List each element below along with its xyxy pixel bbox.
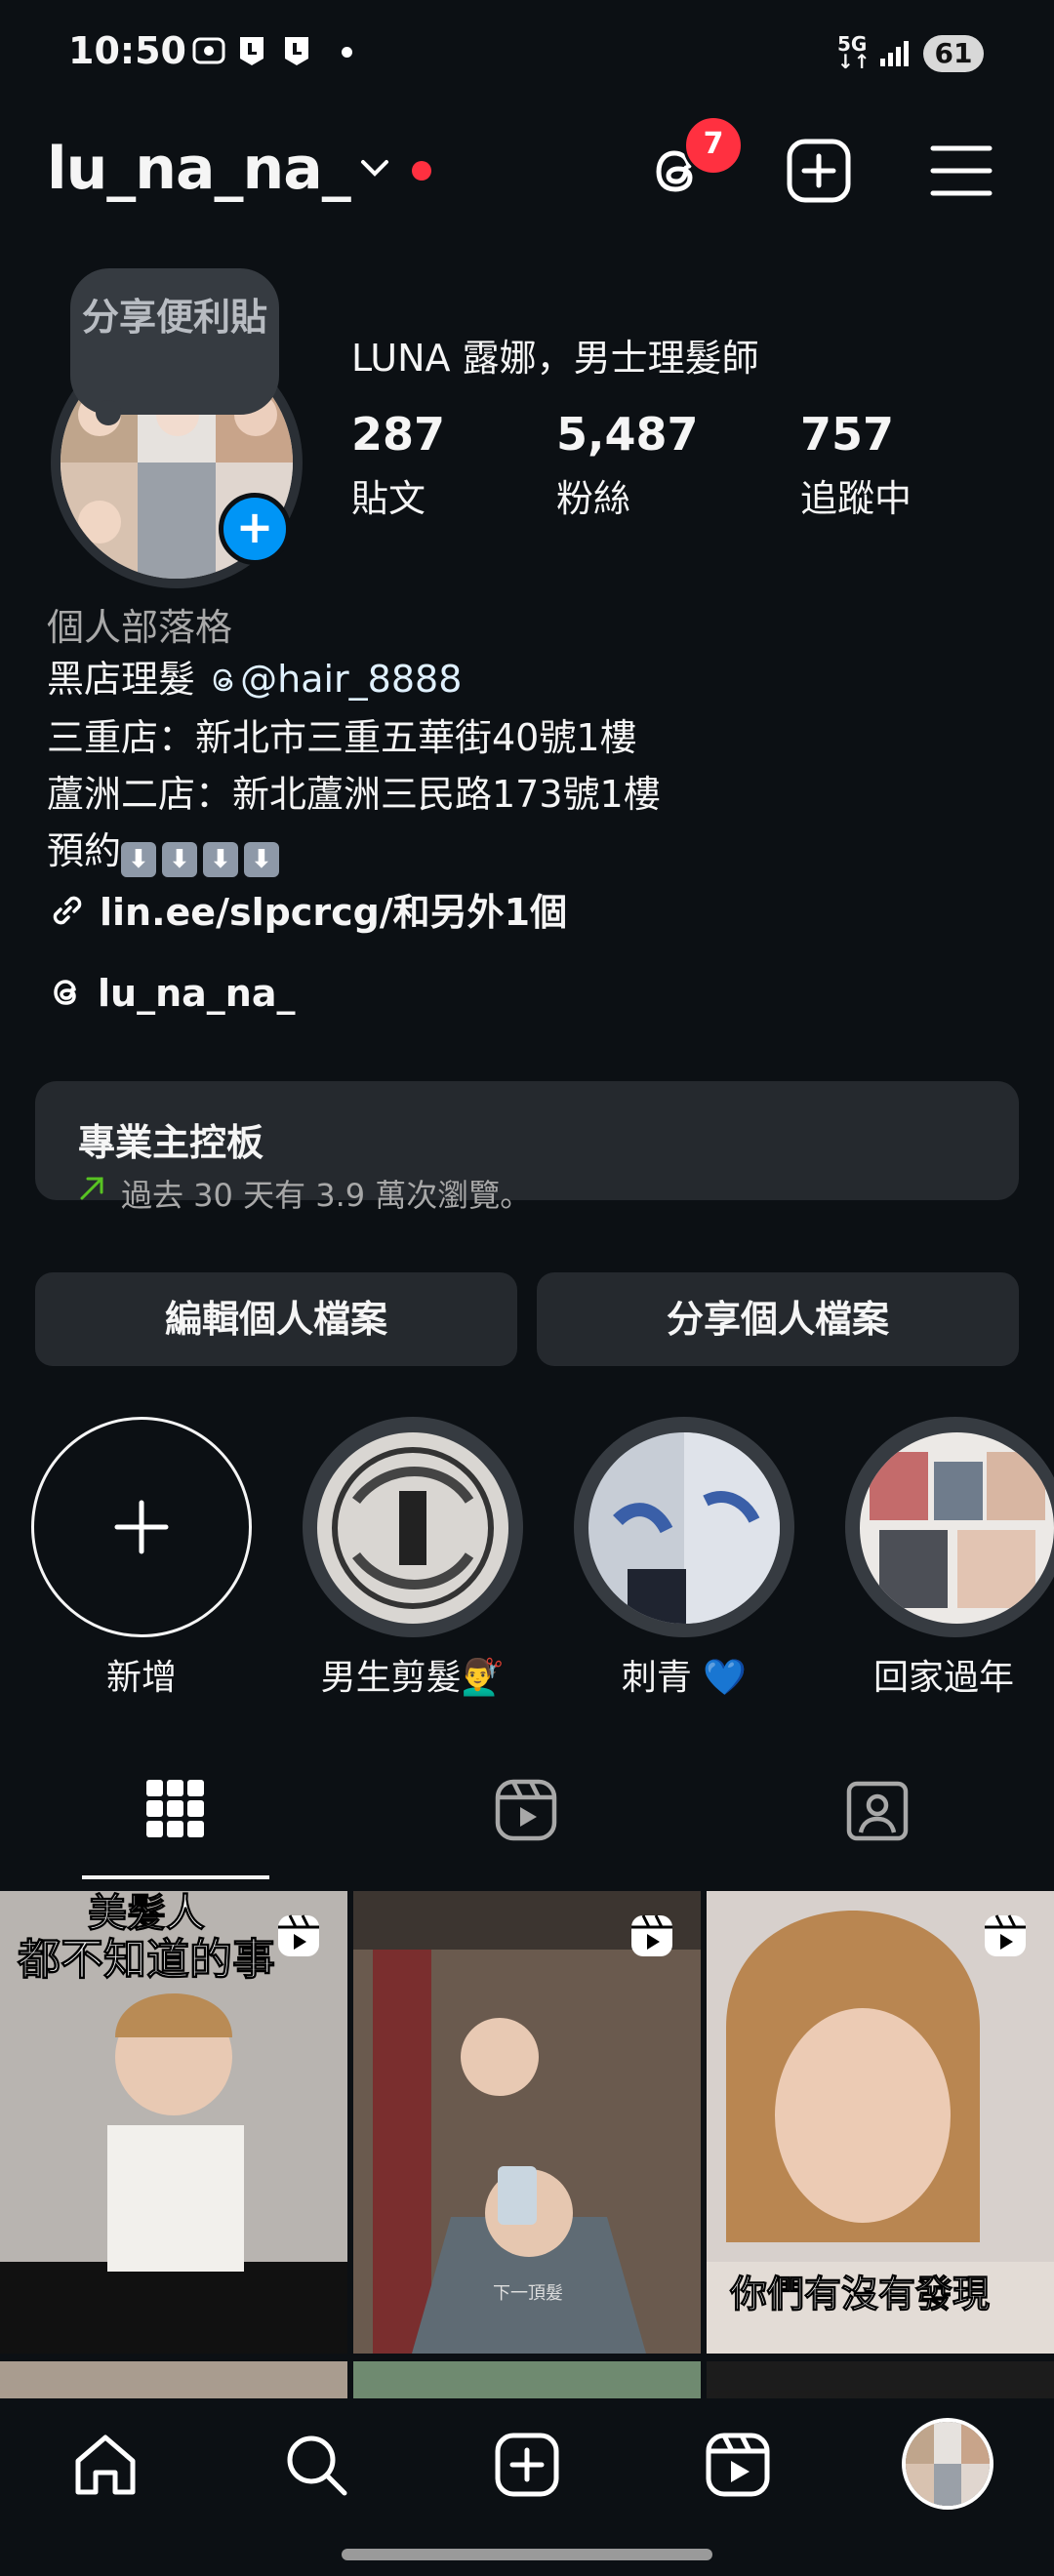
threads-profile-link[interactable]: lu_na_na_ xyxy=(47,972,295,1015)
add-story-icon[interactable]: + xyxy=(219,493,291,565)
post-caption: 都不知道的事 xyxy=(18,1935,276,1986)
line-app-icon xyxy=(234,33,269,68)
highlight-label: 新增 xyxy=(105,1658,177,1698)
posts-label[interactable]: 貼文 xyxy=(351,468,426,522)
post-thumbnail[interactable] xyxy=(0,2361,347,2400)
bio-line: 黑店理髮 @hair_8888 xyxy=(47,650,462,708)
signal-icon xyxy=(878,39,912,68)
grid-icon[interactable] xyxy=(144,1778,207,1840)
reel-icon xyxy=(628,1912,675,1959)
home-icon[interactable] xyxy=(70,2430,141,2500)
highlight-label: 男生剪髮💇‍♂️ xyxy=(320,1658,506,1698)
network-type: 5G ↓↑ xyxy=(837,32,871,73)
arrow-down-icon: ⬇ xyxy=(244,842,280,877)
home-indicator[interactable] xyxy=(342,2549,712,2560)
profile-note-tail xyxy=(96,400,121,425)
profile-note-text: 分享便利貼 xyxy=(81,296,267,339)
dashboard-title: 專業主控板 xyxy=(78,1121,264,1164)
arrow-down-icon: ⬇ xyxy=(121,842,157,877)
edit-profile-button[interactable]: 編輯個人檔案 xyxy=(35,1272,517,1366)
post-caption: 下一頂髮 xyxy=(493,2283,563,2304)
display-name: LUNA 露娜，男士理髮師 xyxy=(351,337,759,380)
arrow-down-icon: ⬇ xyxy=(162,842,198,877)
create-post-icon[interactable] xyxy=(492,2430,562,2500)
plus-icon xyxy=(114,1500,169,1554)
share-profile-button[interactable]: 分享個人檔案 xyxy=(537,1272,1019,1366)
highlight-haircut[interactable] xyxy=(317,1432,508,1624)
reel-icon xyxy=(275,1912,322,1959)
bio-line: 預約 ⬇ ⬇ ⬇ ⬇ xyxy=(47,822,285,880)
bio-mention-link[interactable]: @hair_8888 xyxy=(207,658,462,701)
highlight-label: 回家過年 xyxy=(872,1658,1014,1698)
followers-label[interactable]: 粉絲 xyxy=(556,468,630,522)
status-time: 10:50 xyxy=(68,29,186,72)
arrow-down-icon: ⬇ xyxy=(203,842,239,877)
tagged-tab-icon[interactable] xyxy=(845,1778,910,1842)
reels-tab-icon[interactable] xyxy=(494,1778,558,1842)
highlight-tattoo[interactable] xyxy=(588,1432,780,1624)
threads-badge-count: 7 xyxy=(683,115,744,176)
screen-record-icon xyxy=(191,33,226,68)
profile-link[interactable]: lin.ee/slpcrcg/和另外1個 xyxy=(47,882,567,936)
profile-category: 個人部落格 xyxy=(47,606,233,649)
post-thumbnail[interactable] xyxy=(353,2361,701,2400)
dashboard-subtitle: 過去 30 天有 3.9 萬次瀏覽。 xyxy=(121,1177,532,1214)
profile-note[interactable]: 分享便利貼 xyxy=(70,268,279,415)
chevron-down-icon[interactable] xyxy=(357,156,392,180)
following-count[interactable]: 757 xyxy=(800,408,894,461)
highlight-new-year[interactable] xyxy=(860,1432,1054,1624)
following-label[interactable]: 追蹤中 xyxy=(800,468,912,522)
profile-avatar-tab[interactable] xyxy=(902,2418,993,2510)
create-icon[interactable] xyxy=(785,137,853,205)
bio-line: 蘆洲二店：新北蘆洲三民路173號1樓 xyxy=(47,773,661,816)
reel-icon xyxy=(982,1912,1029,1959)
battery-indicator: 61 xyxy=(923,35,984,72)
posts-count[interactable]: 287 xyxy=(351,408,445,461)
notification-dot xyxy=(342,47,352,58)
reels-icon[interactable] xyxy=(703,2430,773,2500)
status-bar: 10:50 5G ↓↑ 61 xyxy=(0,0,1054,109)
search-icon[interactable] xyxy=(281,2430,351,2500)
post-thumbnail[interactable] xyxy=(707,2361,1054,2400)
account-username[interactable]: lu_na_na_ xyxy=(47,135,351,203)
account-notification-dot xyxy=(412,161,431,181)
bio-text: 黑店理髮 xyxy=(47,658,196,701)
post-caption: 你們有沒有發現 xyxy=(729,2273,991,2316)
link-icon xyxy=(53,896,82,925)
menu-icon[interactable] xyxy=(927,137,995,205)
line-app-icon xyxy=(279,33,314,68)
highlight-label: 刺青 💙 xyxy=(621,1658,748,1698)
trend-arrow-icon xyxy=(78,1175,105,1202)
bio-line: 三重店：新北市三重五華街40號1樓 xyxy=(47,716,637,759)
active-tab-indicator xyxy=(82,1875,269,1879)
followers-count[interactable]: 5,487 xyxy=(556,408,699,461)
new-highlight-button[interactable] xyxy=(31,1417,252,1637)
threads-icon xyxy=(54,980,76,1005)
